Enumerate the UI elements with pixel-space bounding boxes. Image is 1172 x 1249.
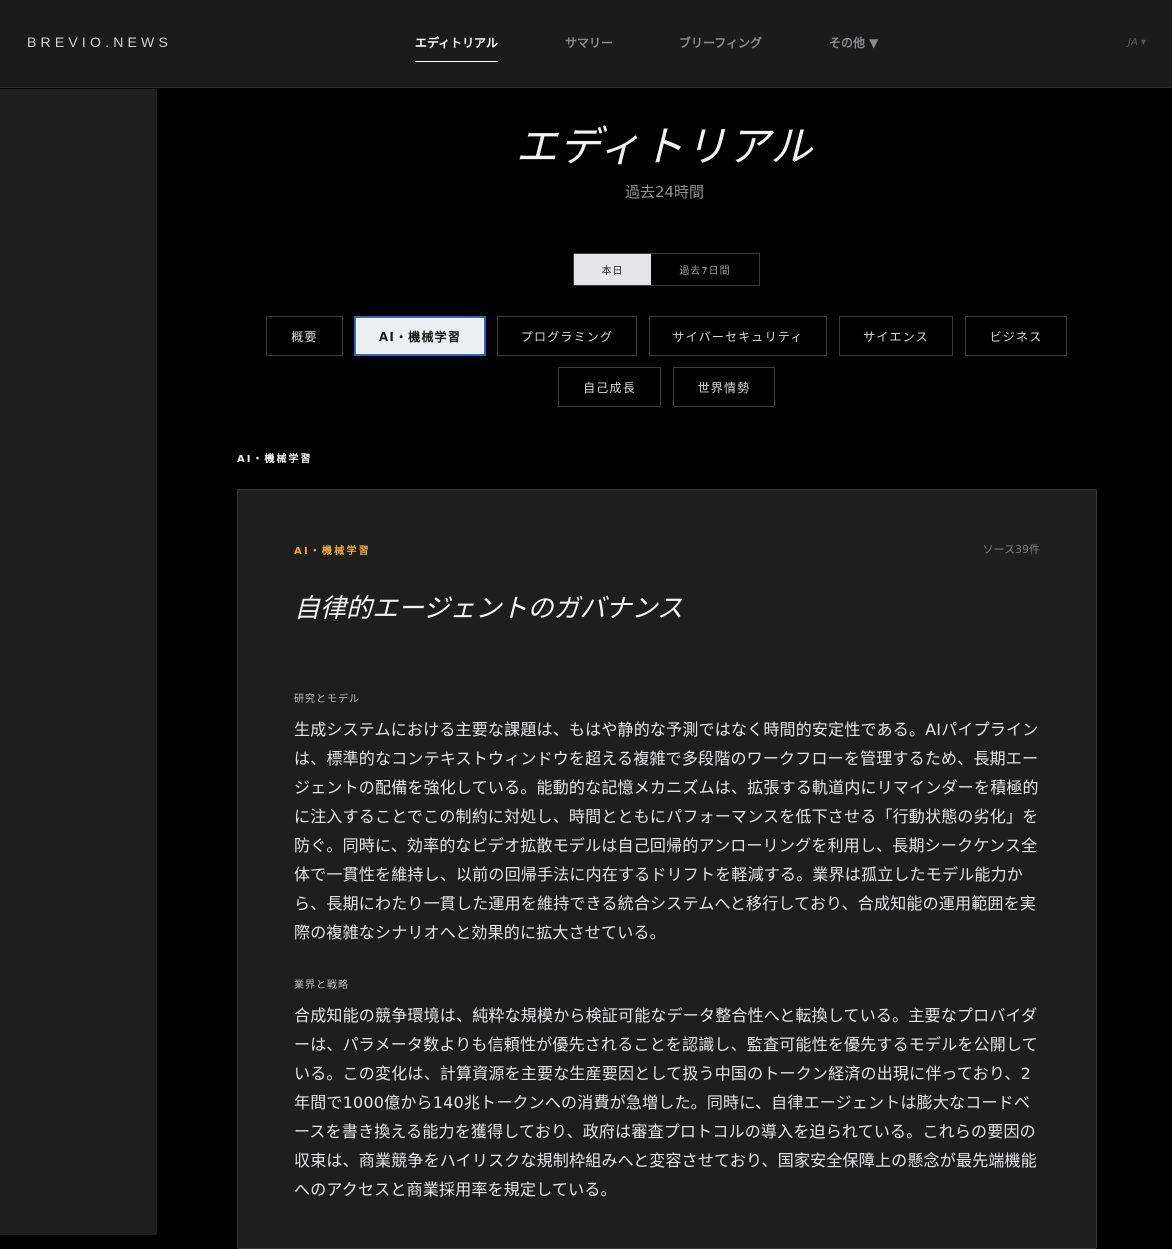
category-business[interactable]: ビジネス (965, 316, 1067, 356)
section-heading-research: 研究とモデル (294, 694, 360, 705)
main-nav: エディトリアル サマリー ブリーフィング その他 ▼ (0, 34, 1172, 64)
section-heading-industry: 業界と戦略 (294, 980, 349, 991)
range-today-button[interactable]: 本日 (574, 254, 651, 285)
section-label: AI・機械学習 (237, 454, 313, 465)
article-card: AI・機械学習 ソース39件 自律的エージェントのガバナンス 研究とモデル 生成… (237, 489, 1097, 1249)
page-title: エディトリアル (515, 122, 814, 171)
page-subtitle: 過去24時間 (624, 183, 705, 201)
category-cybersecurity[interactable]: サイバーセキュリティ (649, 316, 827, 356)
nav-summary[interactable]: サマリー (565, 34, 613, 51)
article-title: 自律的エージェントのガバナンス (294, 594, 683, 624)
nav-more-dropdown[interactable]: その他 ▼ (829, 34, 878, 51)
category-programming[interactable]: プログラミング (497, 316, 637, 356)
range-week-button[interactable]: 過去7日間 (651, 254, 759, 285)
article-source-count[interactable]: ソース39件 (983, 541, 1040, 557)
article-category: AI・機械学習 (294, 546, 371, 557)
category-ai-ml[interactable]: AI・機械学習 (354, 316, 486, 356)
left-rail (0, 89, 157, 1235)
category-science[interactable]: サイエンス (839, 316, 953, 356)
nav-editorial[interactable]: エディトリアル (415, 34, 499, 62)
category-world-affairs[interactable]: 世界情勢 (673, 367, 775, 407)
nav-briefing[interactable]: ブリーフィング (679, 34, 762, 51)
section-body-industry: 合成知能の競争環境は、純粋な規模から検証可能なデータ整合性へと転換している。主要… (294, 1006, 1038, 1199)
top-bar: BREVIO.NEWS エディトリアル サマリー ブリーフィング その他 ▼ J… (0, 0, 1172, 88)
main-content: エディトリアル 過去24時間 本日 過去7日間 概要 AI・機械学習 プログラミ… (157, 89, 1172, 1249)
language-selector[interactable]: JA ▾ (1128, 37, 1146, 48)
section-body-research: 生成システムにおける主要な課題は、もはや静的な予測ではなく時間的安定性である。A… (294, 720, 1039, 942)
category-overview[interactable]: 概要 (266, 316, 343, 356)
category-self-growth[interactable]: 自己成長 (558, 367, 661, 407)
range-toggle: 本日 過去7日間 (573, 253, 760, 286)
